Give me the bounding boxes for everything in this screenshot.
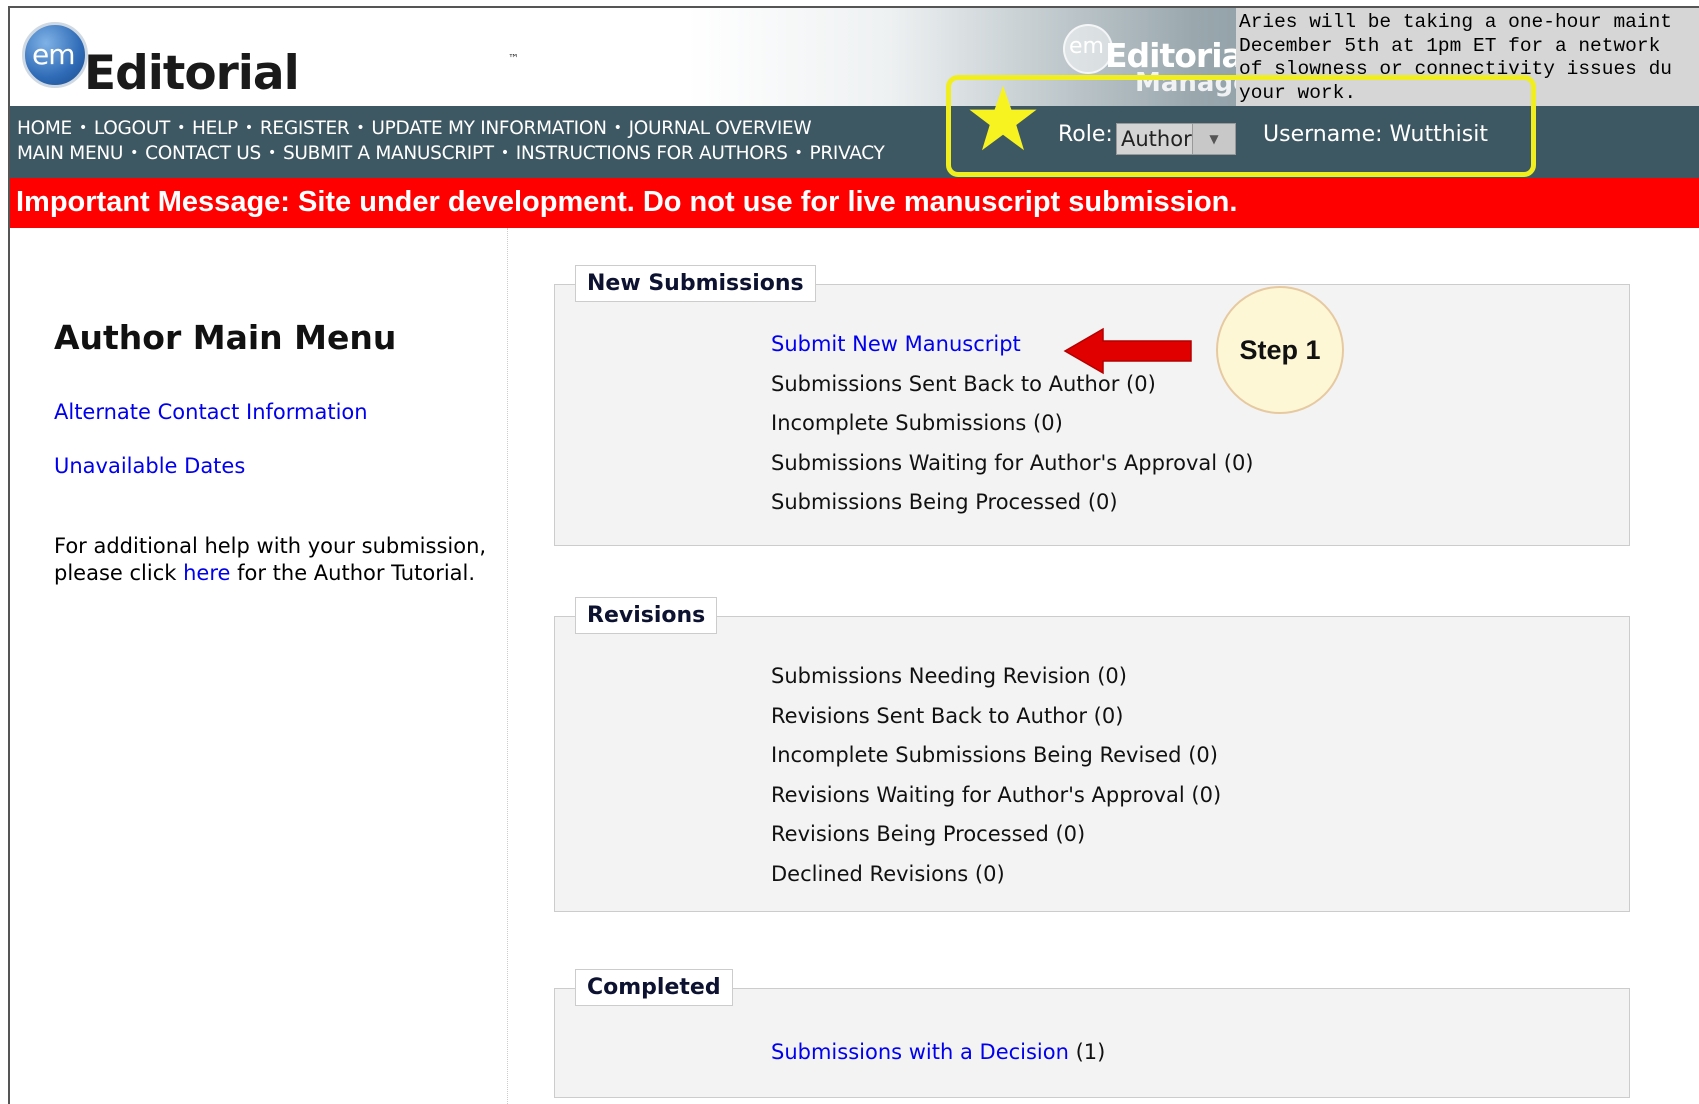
item-count: (0) bbox=[1181, 743, 1218, 767]
submissions-with-decision-link[interactable]: Submissions with a Decision bbox=[771, 1040, 1069, 1064]
list-item: Declined Revisions (0) bbox=[771, 859, 1221, 899]
star-icon bbox=[969, 85, 1037, 151]
nav-help[interactable]: HELP bbox=[192, 118, 238, 139]
nav-instructions-for-authors[interactable]: INSTRUCTIONS FOR AUTHORS bbox=[516, 143, 788, 164]
nav-update-my-information[interactable]: UPDATE MY INFORMATION bbox=[371, 118, 607, 139]
nav-journal-overview[interactable]: JOURNAL OVERVIEW bbox=[629, 118, 812, 139]
help-text-post: for the Author Tutorial. bbox=[230, 561, 476, 585]
item-label: Incomplete Submissions Being Revised bbox=[771, 743, 1182, 767]
section-legend: Revisions bbox=[575, 597, 718, 634]
item-label: Revisions Being Processed bbox=[771, 822, 1056, 846]
logo-em: em bbox=[32, 38, 76, 71]
item-label: Revisions Waiting for Author's Approval bbox=[771, 782, 1185, 807]
nav-bullet: • bbox=[130, 145, 139, 161]
step-annotation: Step 1 bbox=[1216, 286, 1344, 414]
important-message-banner: Important Message: Site under developmen… bbox=[10, 178, 1699, 228]
item-label: Revisions Sent Back to Author bbox=[771, 703, 1087, 728]
completed-list: Submissions with a Decision (1) bbox=[771, 1037, 1105, 1077]
step-label: Step 1 bbox=[1239, 334, 1321, 365]
nav-register[interactable]: REGISTER bbox=[260, 118, 350, 139]
nav-bullet: • bbox=[177, 120, 186, 136]
nav-logout[interactable]: LOGOUT bbox=[94, 118, 170, 139]
alternate-contact-link[interactable]: Alternate Contact Information bbox=[54, 400, 368, 424]
item-label: Submissions Waiting for Author's Approva… bbox=[771, 450, 1218, 475]
nav-bullet: • bbox=[356, 120, 365, 136]
nav-home[interactable]: HOME bbox=[17, 118, 72, 139]
item-label: Submissions Needing Revision bbox=[771, 664, 1091, 688]
item-count: (0) bbox=[1026, 411, 1063, 435]
nav-bullet: • bbox=[613, 120, 622, 136]
item-label: Incomplete Submissions bbox=[771, 411, 1027, 435]
item-count: (0) bbox=[1217, 450, 1254, 475]
new-submissions-section: New Submissions Submit New Manuscript Su… bbox=[554, 265, 1630, 546]
item-label: Declined Revisions bbox=[771, 861, 969, 886]
item-count: (0) bbox=[1090, 664, 1127, 688]
list-item: Revisions Being Processed (0) bbox=[771, 819, 1221, 859]
list-item: Revisions Sent Back to Author (0) bbox=[771, 701, 1221, 741]
item-count: (0) bbox=[1055, 822, 1086, 846]
section-legend: Completed bbox=[575, 969, 733, 1006]
item-label: Submissions Being Processed bbox=[771, 490, 1082, 514]
list-item: Submissions with a Decision (1) bbox=[771, 1037, 1105, 1077]
item-count: (1) bbox=[1068, 1040, 1106, 1064]
list-item: Submissions Needing Revision (0) bbox=[771, 661, 1221, 701]
list-item: Submissions Waiting for Author's Approva… bbox=[771, 448, 1254, 488]
nav-contact-us[interactable]: CONTACT US bbox=[145, 143, 261, 164]
author-tutorial-link[interactable]: here bbox=[183, 561, 230, 585]
nav-bullet: • bbox=[268, 145, 276, 161]
nav-bullet: • bbox=[78, 120, 87, 136]
nav-privacy[interactable]: PRIVACY bbox=[810, 143, 885, 164]
left-sidebar: Author Main Menu Alternate Contact Infor… bbox=[10, 228, 508, 1104]
completed-section: Completed Submissions with a Decision (1… bbox=[554, 969, 1630, 1098]
nav-bullet: • bbox=[244, 120, 253, 136]
item-count: (0) bbox=[1081, 490, 1118, 514]
editorial-manager-logo[interactable]: em Editorial Manager ™ bbox=[18, 14, 538, 156]
list-item: Revisions Waiting for Author's Approval … bbox=[771, 780, 1221, 820]
item-count: (0) bbox=[1184, 782, 1222, 807]
section-legend: New Submissions bbox=[575, 265, 816, 302]
nav-bullet: • bbox=[500, 145, 509, 161]
nav-row-1: HOME • LOGOUT • HELP • REGISTER • UPDATE MY INFO… bbox=[17, 118, 812, 139]
list-item: Incomplete Submissions Being Revised (0) bbox=[771, 740, 1221, 780]
page: em Editorial Manager ™ em Editorial Mana… bbox=[8, 6, 1699, 1104]
red-arrow-icon bbox=[1063, 327, 1192, 375]
revisions-list: Submissions Needing Revision (0) Revisio… bbox=[771, 661, 1221, 898]
unavailable-dates-link[interactable]: Unavailable Dates bbox=[54, 454, 245, 478]
help-text: For additional help with your submission… bbox=[54, 533, 494, 587]
logo-trademark: ™ bbox=[508, 52, 519, 65]
item-count: (0) bbox=[968, 861, 1005, 886]
list-item: Incomplete Submissions (0) bbox=[771, 408, 1254, 448]
nav-submit-a-manuscript[interactable]: SUBMIT A MANUSCRIPT bbox=[283, 143, 494, 164]
list-item: Submissions Being Processed (0) bbox=[771, 487, 1254, 527]
item-count: (0) bbox=[1086, 703, 1124, 728]
small-logo-em: em bbox=[1069, 34, 1104, 59]
nav-row-2: MAIN MENU • CONTACT US • SUBMIT A MANUSCRIPT… bbox=[17, 143, 885, 164]
revisions-section: Revisions Submissions Needing Revision (… bbox=[554, 597, 1630, 912]
item-label[interactable]: Submit New Manuscript bbox=[771, 332, 1021, 356]
page-title: Author Main Menu bbox=[54, 318, 397, 357]
nav-bullet: • bbox=[794, 145, 803, 161]
nav-main-menu[interactable]: MAIN MENU bbox=[17, 143, 123, 164]
